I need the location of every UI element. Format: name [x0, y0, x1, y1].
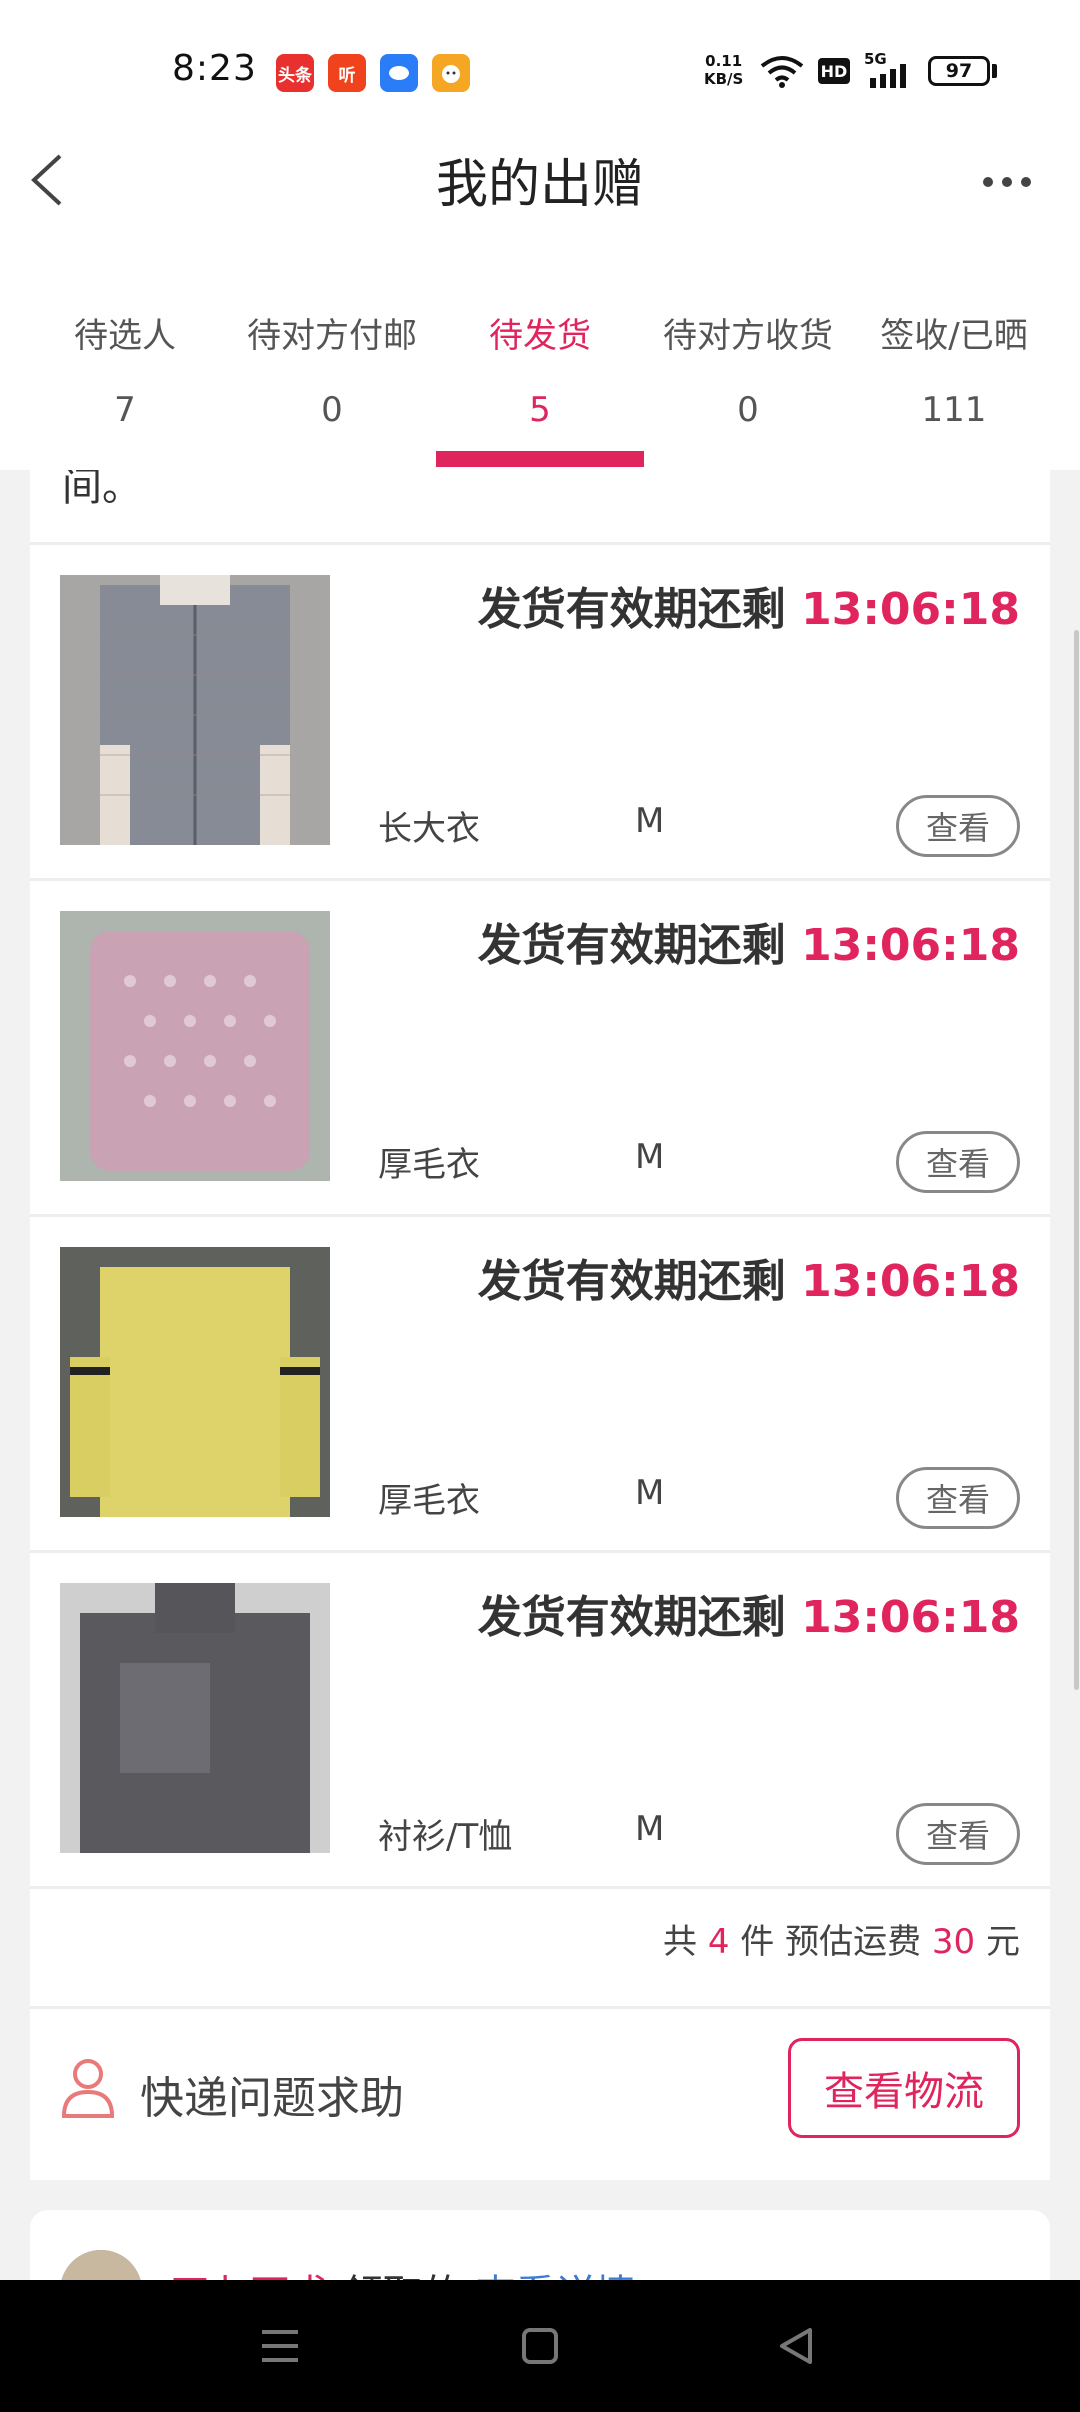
shipping-fee: 30	[931, 1922, 976, 1962]
back-triangle-icon[interactable]	[766, 2316, 826, 2376]
item-size: M	[635, 801, 665, 841]
list-item: 发货有效期还剩 13:06:18 衬衫/T恤 M 查看	[30, 1553, 1050, 1886]
toutiao-app-icon: 头条	[276, 54, 314, 92]
tab-signed-shared[interactable]: 签收/已晒 111	[846, 290, 1062, 470]
ting-app-icon: 听	[328, 54, 366, 92]
view-button[interactable]: 查看	[896, 1131, 1020, 1193]
tab-count: 7	[114, 390, 136, 430]
deadline-label: 发货有效期还剩	[477, 1256, 786, 1307]
tab-label: 待选人	[74, 316, 176, 356]
shipping-deadline: 发货有效期还剩 13:06:18	[478, 1581, 1020, 1645]
item-thumbnail[interactable]	[60, 575, 330, 845]
list-item: 发货有效期还剩 13:06:18 长大衣 M 查看	[30, 545, 1050, 878]
list-item: 发货有效期还剩 13:06:18 厚毛衣 M 查看	[30, 881, 1050, 1214]
network-speed: 0.11 KB/S	[704, 52, 744, 88]
view-button[interactable]: 查看	[896, 1467, 1020, 1529]
more-button[interactable]	[978, 158, 1038, 208]
shipping-deadline: 发货有效期还剩 13:06:18	[478, 909, 1020, 973]
system-nav-bar	[0, 2280, 1080, 2412]
page-title: 我的出赠	[435, 155, 644, 215]
list-item: 发货有效期还剩 13:06:18 厚毛衣 M 查看	[30, 1217, 1050, 1550]
view-logistics-button[interactable]: 查看物流	[788, 2038, 1020, 2138]
tab-count: 0	[737, 390, 759, 430]
tab-label: 待发货	[489, 316, 591, 356]
item-thumbnail[interactable]	[60, 911, 330, 1181]
item-name: 长大衣	[378, 809, 480, 849]
tab-pending-shipment[interactable]: 待发货 5	[432, 290, 648, 470]
home-icon[interactable]	[510, 2316, 570, 2376]
view-button[interactable]: 查看	[896, 1803, 1020, 1865]
item-thumbnail[interactable]	[60, 1247, 330, 1517]
signal-icon	[870, 64, 906, 88]
express-help-row: 快递问题求助 查看物流	[30, 2010, 1050, 2170]
shipping-deadline: 发货有效期还剩 13:06:18	[478, 1245, 1020, 1309]
tab-count: 111	[921, 390, 987, 430]
tab-count: 5	[529, 390, 551, 430]
item-name: 厚毛衣	[378, 1145, 480, 1185]
tab-label: 待对方付邮	[247, 316, 417, 356]
battery-tip	[992, 64, 997, 78]
status-bar: 8:23 头条 听 0.11 KB/S HD 5G 97	[0, 0, 1080, 140]
deadline-time: 13:06:18	[801, 1592, 1020, 1643]
battery-icon: 97	[928, 56, 990, 86]
item-size: M	[635, 1137, 665, 1177]
item-size: M	[635, 1809, 665, 1849]
wifi-icon	[760, 56, 804, 88]
tab-pending-postage[interactable]: 待对方付邮 0	[224, 290, 440, 470]
scrollbar[interactable]	[1074, 630, 1079, 1690]
status-tabs: 待选人 7 待对方付邮 0 待发货 5 待对方收货 0 签收/已晒 111	[0, 290, 1080, 470]
item-name: 厚毛衣	[378, 1481, 480, 1521]
item-name: 衬衫/T恤	[378, 1817, 513, 1857]
divider	[30, 2006, 1050, 2009]
order-card: 间。 发货有效期还剩 13:06:18 长大衣 M 查看 发货有效期还剩 13:…	[30, 470, 1050, 2180]
shipping-deadline: 发货有效期还剩 13:06:18	[478, 573, 1020, 637]
tab-count: 0	[321, 390, 343, 430]
view-button[interactable]: 查看	[896, 795, 1020, 857]
tab-label: 签收/已晒	[880, 316, 1028, 356]
user-icon	[61, 2059, 115, 2118]
hd-badge: HD	[818, 58, 850, 84]
messaging-app-icon	[380, 54, 418, 92]
partial-text: 间。	[62, 470, 142, 510]
deadline-label: 发货有效期还剩	[477, 584, 786, 635]
tab-label: 待对方收货	[663, 316, 833, 356]
tab-pending-selection[interactable]: 待选人 7	[17, 290, 233, 470]
deadline-time: 13:06:18	[801, 1256, 1020, 1307]
express-help-link[interactable]: 快递问题求助	[30, 2010, 490, 2170]
menu-icon[interactable]	[250, 2316, 310, 2376]
active-tab-indicator	[436, 451, 644, 467]
tab-pending-receipt[interactable]: 待对方收货 0	[640, 290, 856, 470]
item-size: M	[635, 1473, 665, 1513]
more-dots-icon	[983, 177, 1031, 187]
deadline-label: 发货有效期还剩	[477, 920, 786, 971]
deadline-label: 发货有效期还剩	[477, 1592, 786, 1643]
order-summary: 共 4 件 预估运费 30 元	[30, 1880, 1050, 1998]
summary-text: 共 4 件 预估运费 30 元	[663, 1922, 1020, 1962]
mascot-app-icon	[432, 54, 470, 92]
item-thumbnail[interactable]	[60, 1583, 330, 1853]
item-count: 4	[707, 1922, 730, 1962]
express-help-label: 快递问题求助	[140, 2073, 404, 2124]
deadline-time: 13:06:18	[801, 920, 1020, 971]
deadline-time: 13:06:18	[801, 584, 1020, 635]
status-time: 8:23	[172, 48, 257, 89]
